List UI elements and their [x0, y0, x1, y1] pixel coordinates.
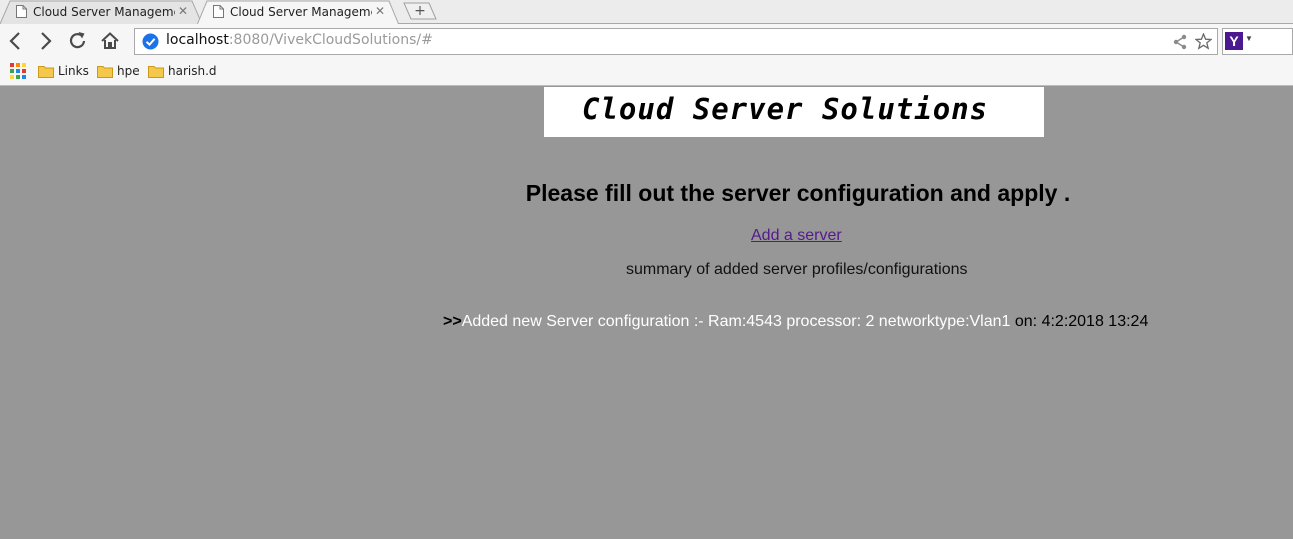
bookmark-label: harish.d — [168, 64, 217, 78]
page-icon — [213, 5, 224, 18]
url-path: :8080/VivekCloudSolutions/# — [228, 32, 433, 48]
folder-icon — [38, 66, 54, 78]
url-text: localhost:8080/VivekCloudSolutions/# — [166, 32, 433, 48]
star-icon[interactable] — [1195, 33, 1212, 50]
apps-grid-icon[interactable] — [10, 63, 26, 79]
page-heading-text: Please fill out the server configuration… — [525, 180, 1071, 206]
share-icon[interactable] — [1172, 34, 1188, 50]
url-host: localhost — [166, 32, 229, 48]
reload-icon[interactable] — [67, 30, 89, 52]
back-arrow-icon[interactable] — [5, 30, 27, 52]
bookmarks-bar: Links hpe harish.d — [0, 60, 1293, 86]
plus-icon: + — [414, 3, 426, 19]
tab-title: Cloud Server Management — [33, 5, 175, 19]
summary-label: summary of added server profiles/configu… — [626, 261, 968, 278]
header-banner: Cloud Server Solutions — [544, 87, 1044, 137]
add-server-link[interactable]: Add a server — [751, 227, 842, 245]
browser-toolbar: localhost:8080/VivekCloudSolutions/# Y ▼ — [0, 24, 1293, 60]
page-heading: Please fill out the server configuration… — [0, 180, 1293, 207]
tab-cloud-server-management-2[interactable]: Cloud Server Management ✕ — [197, 0, 399, 25]
close-icon[interactable]: ✕ — [178, 4, 188, 18]
tab-title: Cloud Server Management — [230, 5, 372, 19]
tab-strip: Cloud Server Management ✕ Cloud Server M… — [0, 0, 1293, 25]
close-icon[interactable]: ✕ — [375, 4, 385, 18]
entry-marker: >> — [443, 313, 462, 330]
bookmark-label: Links — [58, 64, 89, 78]
page-icon — [16, 5, 27, 18]
new-tab-button[interactable]: + — [403, 2, 437, 20]
configuration-entry: >>Added new Server configuration :- Ram:… — [443, 313, 1148, 331]
chevron-down-icon: ▼ — [1245, 34, 1253, 43]
address-bar[interactable]: localhost:8080/VivekCloudSolutions/# — [134, 28, 1218, 55]
entry-message: Added new Server configuration :- Ram:45… — [461, 313, 1011, 330]
folder-icon — [148, 66, 164, 78]
forward-arrow-icon[interactable] — [34, 30, 56, 52]
home-icon[interactable] — [99, 30, 121, 52]
entry-timestamp: on: 4:2:2018 13:24 — [1010, 313, 1149, 330]
folder-icon — [97, 66, 113, 78]
tab-cloud-server-management-1[interactable]: Cloud Server Management ✕ — [0, 0, 202, 24]
yahoo-extension-button[interactable]: Y ▼ — [1222, 28, 1293, 55]
site-title: Cloud Server Solutions — [582, 92, 989, 126]
yahoo-icon: Y — [1225, 32, 1243, 50]
check-circle-icon — [142, 33, 159, 50]
bookmark-label: hpe — [117, 64, 140, 78]
